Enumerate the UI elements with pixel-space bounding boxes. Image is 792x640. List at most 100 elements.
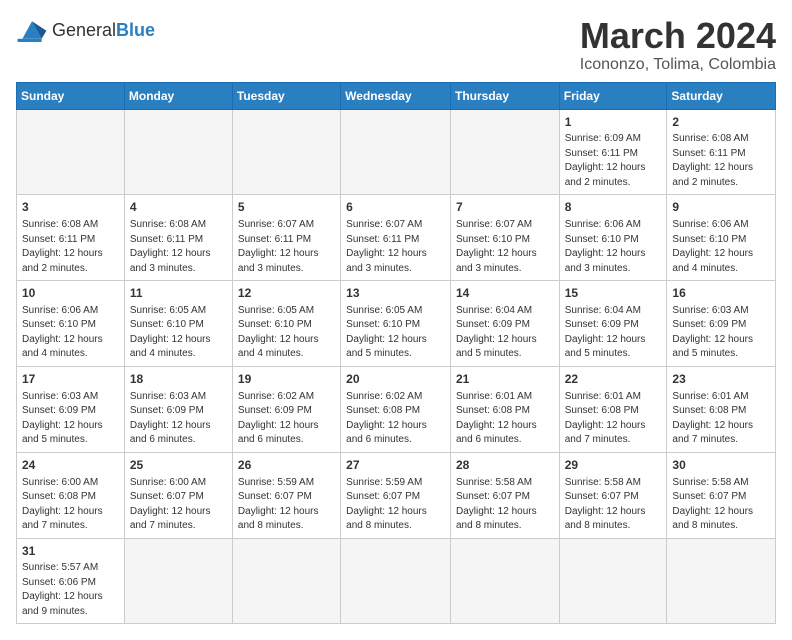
day-info: Sunrise: 5:58 AM Sunset: 6:07 PM Dayligh… [565, 476, 662, 534]
day-info: Sunrise: 6:08 AM Sunset: 6:11 PM Dayligh… [22, 218, 119, 276]
calendar-cell: 22 Sunrise: 6:01 AM Sunset: 6:08 PM Dayli… [559, 366, 667, 452]
calendar-cell: 19Sunrise: 6:02 AM Sunset: 6:09 PM Dayli… [232, 366, 340, 452]
week-row-6: 31Sunrise: 5:57 AM Sunset: 6:06 PM Dayli… [17, 538, 776, 624]
calendar-cell: 20Sunrise: 6:02 AM Sunset: 6:08 PM Dayli… [341, 366, 451, 452]
day-header-friday: Friday [559, 82, 667, 109]
day-info: Sunrise: 6:06 AM Sunset: 6:10 PM Dayligh… [672, 218, 770, 276]
calendar-cell: 23Sunrise: 6:01 AM Sunset: 6:08 PM Dayli… [667, 366, 776, 452]
day-header-monday: Monday [124, 82, 232, 109]
calendar-cell: 31Sunrise: 5:57 AM Sunset: 6:06 PM Dayli… [17, 538, 125, 624]
calendar-cell: 16 Sunrise: 6:03 AM Sunset: 6:09 PM Dayli… [667, 281, 776, 367]
day-info: Sunrise: 6:02 AM Sunset: 6:09 PM Dayligh… [238, 390, 335, 448]
calendar-cell [232, 538, 340, 624]
day-info: Sunrise: 6:00 AM Sunset: 6:07 PM Dayligh… [130, 476, 227, 534]
day-info: Sunrise: 6:02 AM Sunset: 6:08 PM Dayligh… [346, 390, 445, 448]
day-info: Sunrise: 6:03 AM Sunset: 6:09 PM Dayligh… [672, 304, 770, 362]
calendar-cell [450, 538, 559, 624]
day-info: Sunrise: 6:03 AM Sunset: 6:09 PM Dayligh… [130, 390, 227, 448]
calendar-cell: 26 Sunrise: 5:59 AM Sunset: 6:07 PM Dayli… [232, 452, 340, 538]
day-number: 21 [456, 371, 554, 388]
calendar-cell [124, 109, 232, 195]
calendar-cell: 10 Sunrise: 6:06 AM Sunset: 6:10 PM Dayli… [17, 281, 125, 367]
day-number: 24 [22, 457, 119, 474]
logo-icon [16, 16, 48, 44]
calendar-cell [667, 538, 776, 624]
day-info: Sunrise: 5:58 AM Sunset: 6:07 PM Dayligh… [456, 476, 554, 534]
calendar-cell: 9 Sunrise: 6:06 AM Sunset: 6:10 PM Daylig… [667, 195, 776, 281]
day-number: 12 [238, 285, 335, 302]
calendar-cell [232, 109, 340, 195]
calendar-cell: 8Sunrise: 6:06 AM Sunset: 6:10 PM Daylig… [559, 195, 667, 281]
week-row-3: 10 Sunrise: 6:06 AM Sunset: 6:10 PM Dayli… [17, 281, 776, 367]
week-row-2: 3 Sunrise: 6:08 AM Sunset: 6:11 PM Daylig… [17, 195, 776, 281]
day-number: 15 [565, 285, 662, 302]
day-info: Sunrise: 6:08 AM Sunset: 6:11 PM Dayligh… [130, 218, 227, 276]
day-info: Sunrise: 5:58 AM Sunset: 6:07 PM Dayligh… [672, 476, 770, 534]
calendar-cell [341, 538, 451, 624]
day-info: Sunrise: 6:01 AM Sunset: 6:08 PM Dayligh… [456, 390, 554, 448]
calendar-table: SundayMondayTuesdayWednesdayThursdayFrid… [16, 82, 776, 625]
day-number: 3 [22, 199, 119, 216]
day-number: 13 [346, 285, 445, 302]
week-row-5: 24 Sunrise: 6:00 AM Sunset: 6:08 PM Dayli… [17, 452, 776, 538]
day-info: Sunrise: 6:07 AM Sunset: 6:11 PM Dayligh… [238, 218, 335, 276]
day-number: 29 [565, 457, 662, 474]
month-title: March 2024 [580, 16, 776, 56]
week-row-1: 1Sunrise: 6:09 AM Sunset: 6:11 PM Daylig… [17, 109, 776, 195]
day-info: Sunrise: 6:07 AM Sunset: 6:11 PM Dayligh… [346, 218, 445, 276]
day-info: Sunrise: 5:59 AM Sunset: 6:07 PM Dayligh… [238, 476, 335, 534]
calendar-cell: 18Sunrise: 6:03 AM Sunset: 6:09 PM Dayli… [124, 366, 232, 452]
calendar-cell: 14 Sunrise: 6:04 AM Sunset: 6:09 PM Dayli… [450, 281, 559, 367]
day-header-saturday: Saturday [667, 82, 776, 109]
calendar-cell [17, 109, 125, 195]
week-row-4: 17 Sunrise: 6:03 AM Sunset: 6:09 PM Dayli… [17, 366, 776, 452]
day-number: 5 [238, 199, 335, 216]
day-header-sunday: Sunday [17, 82, 125, 109]
day-number: 1 [565, 114, 662, 131]
day-info: Sunrise: 6:01 AM Sunset: 6:08 PM Dayligh… [672, 390, 770, 448]
day-number: 14 [456, 285, 554, 302]
day-number: 8 [565, 199, 662, 216]
day-number: 2 [672, 114, 770, 131]
day-number: 26 [238, 457, 335, 474]
day-info: Sunrise: 6:07 AM Sunset: 6:10 PM Dayligh… [456, 218, 554, 276]
day-number: 4 [130, 199, 227, 216]
logo-text: GeneralBlue [52, 20, 155, 41]
day-info: Sunrise: 6:05 AM Sunset: 6:10 PM Dayligh… [238, 304, 335, 362]
calendar-cell: 6 Sunrise: 6:07 AM Sunset: 6:11 PM Daylig… [341, 195, 451, 281]
calendar-cell: 25 Sunrise: 6:00 AM Sunset: 6:07 PM Dayli… [124, 452, 232, 538]
logo: GeneralBlue [16, 16, 155, 44]
day-number: 22 [565, 371, 662, 388]
day-info: Sunrise: 6:05 AM Sunset: 6:10 PM Dayligh… [346, 304, 445, 362]
calendar-cell: 21 Sunrise: 6:01 AM Sunset: 6:08 PM Dayli… [450, 366, 559, 452]
calendar-cell: 11Sunrise: 6:05 AM Sunset: 6:10 PM Dayli… [124, 281, 232, 367]
days-header-row: SundayMondayTuesdayWednesdayThursdayFrid… [17, 82, 776, 109]
calendar-cell: 13 Sunrise: 6:05 AM Sunset: 6:10 PM Dayli… [341, 281, 451, 367]
day-number: 17 [22, 371, 119, 388]
day-number: 30 [672, 457, 770, 474]
calendar-cell [559, 538, 667, 624]
day-number: 11 [130, 285, 227, 302]
calendar-title-area: March 2024 Icononzo, Tolima, Colombia [580, 16, 776, 74]
day-number: 25 [130, 457, 227, 474]
day-info: Sunrise: 6:08 AM Sunset: 6:11 PM Dayligh… [672, 132, 770, 190]
day-number: 9 [672, 199, 770, 216]
day-number: 10 [22, 285, 119, 302]
day-info: Sunrise: 6:04 AM Sunset: 6:09 PM Dayligh… [565, 304, 662, 362]
day-info: Sunrise: 6:06 AM Sunset: 6:10 PM Dayligh… [22, 304, 119, 362]
calendar-cell: 17Sunrise: 6:03 AM Sunset: 6:09 PM Dayli… [17, 366, 125, 452]
day-info: Sunrise: 6:04 AM Sunset: 6:09 PM Dayligh… [456, 304, 554, 362]
calendar-cell: 30 Sunrise: 5:58 AM Sunset: 6:07 PM Dayli… [667, 452, 776, 538]
calendar-cell [450, 109, 559, 195]
day-info: Sunrise: 6:01 AM Sunset: 6:08 PM Dayligh… [565, 390, 662, 448]
calendar-cell: 4 Sunrise: 6:08 AM Sunset: 6:11 PM Daylig… [124, 195, 232, 281]
page-header: GeneralBlue March 2024 Icononzo, Tolima,… [16, 16, 776, 74]
calendar-cell [341, 109, 451, 195]
calendar-cell: 27Sunrise: 5:59 AM Sunset: 6:07 PM Dayli… [341, 452, 451, 538]
day-number: 28 [456, 457, 554, 474]
calendar-cell: 12 Sunrise: 6:05 AM Sunset: 6:10 PM Dayli… [232, 281, 340, 367]
day-number: 6 [346, 199, 445, 216]
day-info: Sunrise: 6:00 AM Sunset: 6:08 PM Dayligh… [22, 476, 119, 534]
day-header-wednesday: Wednesday [341, 82, 451, 109]
day-number: 16 [672, 285, 770, 302]
